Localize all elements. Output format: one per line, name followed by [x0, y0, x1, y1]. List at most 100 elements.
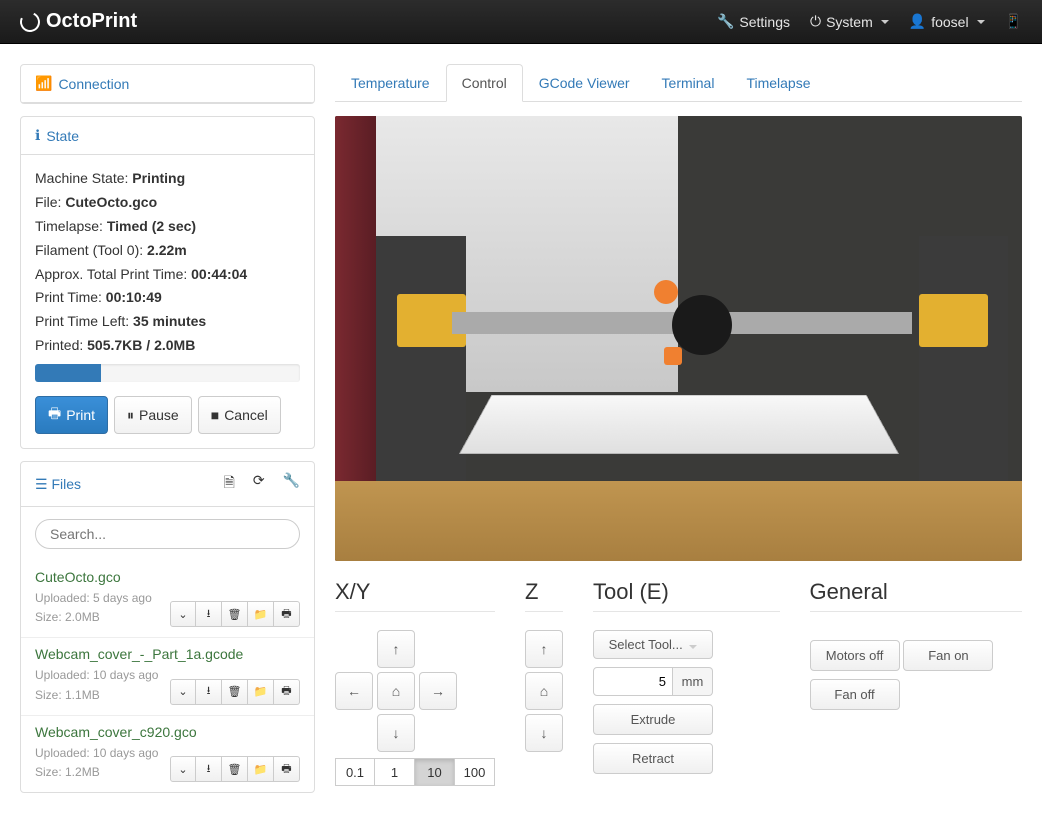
- state-title: State: [46, 128, 79, 144]
- file-print-button[interactable]: 🖶: [274, 756, 300, 782]
- settings-link[interactable]: 🔧 Settings: [717, 13, 790, 30]
- connection-panel: 📶 Connection: [20, 64, 315, 104]
- step-10-button[interactable]: 10: [415, 758, 455, 786]
- state-heading[interactable]: ℹ State: [21, 117, 314, 155]
- files-panel: ☰ Files 🗎 ⟳ 🔧 CuteOcto.gco Uploaded: 5 d…: [20, 461, 315, 793]
- trash-icon: 🗑: [228, 685, 242, 698]
- file-print-button[interactable]: 🖶: [274, 679, 300, 705]
- navbar: OctoPrint 🔧 Settings ⏻ System 👤 foosel 📱: [0, 0, 1042, 44]
- arrow-left-icon: ←: [347, 683, 361, 699]
- file-download-button[interactable]: ⭳: [196, 601, 222, 627]
- files-title[interactable]: Files: [51, 476, 81, 492]
- list-icon: ☰: [35, 476, 48, 493]
- search-input[interactable]: [35, 519, 300, 549]
- mobile-icon[interactable]: 📱: [1005, 13, 1022, 30]
- step-100-button[interactable]: 100: [455, 758, 495, 786]
- chevron-down-icon: ⌄: [178, 763, 187, 776]
- sd-card-icon[interactable]: 🗎: [224, 472, 235, 496]
- tab-timelapse[interactable]: Timelapse: [730, 64, 826, 102]
- file-load-button[interactable]: 📁: [248, 756, 274, 782]
- connection-heading[interactable]: 📶 Connection: [21, 65, 314, 103]
- extrude-amount-input[interactable]: [593, 667, 673, 696]
- extrude-button[interactable]: Extrude: [593, 704, 713, 735]
- unit-label: mm: [673, 667, 713, 696]
- print-button[interactable]: 🖶 Print: [35, 396, 108, 434]
- tab-temperature[interactable]: Temperature: [335, 64, 446, 102]
- file-print-button[interactable]: 🖶: [274, 601, 300, 627]
- select-tool-dropdown[interactable]: Select Tool...: [593, 630, 713, 659]
- download-icon: ⭳: [207, 760, 211, 779]
- fan-on-button[interactable]: Fan on: [903, 640, 993, 671]
- arrow-down-icon: ↓: [393, 725, 400, 741]
- tab-gcode[interactable]: GCode Viewer: [523, 64, 646, 102]
- download-icon: ⭳: [207, 682, 211, 701]
- brand[interactable]: OctoPrint: [20, 10, 137, 33]
- folder-icon: 📁: [254, 763, 268, 776]
- jog-y-up-button[interactable]: ↑: [377, 630, 415, 668]
- fan-off-button[interactable]: Fan off: [810, 679, 900, 710]
- info-icon: ℹ: [35, 127, 40, 144]
- home-icon: ⌂: [540, 683, 548, 699]
- print-time-row: Print Time: 00:10:49: [35, 288, 300, 308]
- machine-state-row: Machine State: Printing: [35, 169, 300, 189]
- print-label: Print: [66, 407, 95, 423]
- retract-button[interactable]: Retract: [593, 743, 713, 774]
- jog-z-up-button[interactable]: ↑: [525, 630, 563, 668]
- refresh-icon[interactable]: ⟳: [253, 472, 265, 496]
- chevron-down-icon: ⌄: [178, 608, 187, 621]
- printed-row: Printed: 505.7KB / 2.0MB: [35, 336, 300, 356]
- step-1-button[interactable]: 1: [375, 758, 415, 786]
- total-time-row: Approx. Total Print Time: 00:44:04: [35, 265, 300, 285]
- file-delete-button[interactable]: 🗑: [222, 601, 248, 627]
- user-label: foosel: [931, 14, 968, 30]
- general-heading: General: [810, 579, 1022, 612]
- settings-label: Settings: [739, 14, 790, 30]
- file-delete-button[interactable]: 🗑: [222, 679, 248, 705]
- brand-text: OctoPrint: [46, 10, 137, 33]
- folder-icon: 📁: [254, 608, 268, 621]
- pause-button[interactable]: ⏸Pause: [114, 396, 192, 434]
- file-delete-button[interactable]: 🗑: [222, 756, 248, 782]
- pause-label: Pause: [139, 407, 179, 423]
- file-download-button[interactable]: ⭳: [196, 756, 222, 782]
- jog-x-right-button[interactable]: →: [419, 672, 457, 710]
- tab-terminal[interactable]: Terminal: [646, 64, 731, 102]
- wrench-icon[interactable]: 🔧: [283, 472, 300, 496]
- user-icon: 👤: [909, 13, 926, 30]
- search-container: [35, 519, 300, 549]
- file-load-button[interactable]: 📁: [248, 601, 274, 627]
- jog-z-down-button[interactable]: ↓: [525, 714, 563, 752]
- filament-row: Filament (Tool 0): 2.22m: [35, 241, 300, 261]
- file-row: File: CuteOcto.gco: [35, 193, 300, 213]
- progress-bar: [35, 364, 300, 382]
- file-expand-button[interactable]: ⌄: [170, 679, 196, 705]
- user-menu[interactable]: 👤 foosel: [909, 13, 985, 30]
- home-z-button[interactable]: ⌂: [525, 672, 563, 710]
- jog-y-down-button[interactable]: ↓: [377, 714, 415, 752]
- cancel-button[interactable]: ■Cancel: [198, 396, 281, 434]
- timelapse-row: Timelapse: Timed (2 sec): [35, 217, 300, 237]
- file-expand-button[interactable]: ⌄: [170, 601, 196, 627]
- tab-control[interactable]: Control: [446, 64, 523, 102]
- arrow-up-icon: ↑: [393, 641, 400, 657]
- caret-down-icon: [881, 20, 889, 24]
- home-xy-button[interactable]: ⌂: [377, 672, 415, 710]
- file-name[interactable]: Webcam_cover_-_Part_1a.gcode: [35, 646, 300, 662]
- step-0.1-button[interactable]: 0.1: [335, 758, 375, 786]
- arrow-up-icon: ↑: [541, 641, 548, 657]
- system-menu[interactable]: ⏻ System: [810, 13, 889, 30]
- file-item: Webcam_cover_-_Part_1a.gcode Uploaded: 1…: [21, 638, 314, 715]
- file-download-button[interactable]: ⭳: [196, 679, 222, 705]
- file-load-button[interactable]: 📁: [248, 679, 274, 705]
- folder-icon: 📁: [254, 685, 268, 698]
- print-icon: 🖶: [48, 403, 61, 427]
- file-expand-button[interactable]: ⌄: [170, 756, 196, 782]
- download-icon: ⭳: [207, 605, 211, 624]
- z-heading: Z: [525, 579, 563, 612]
- file-name[interactable]: CuteOcto.gco: [35, 569, 300, 585]
- file-name[interactable]: Webcam_cover_c920.gco: [35, 724, 300, 740]
- caret-down-icon: [977, 20, 985, 24]
- jog-x-left-button[interactable]: ←: [335, 672, 373, 710]
- motors-off-button[interactable]: Motors off: [810, 640, 900, 671]
- system-label: System: [826, 14, 873, 30]
